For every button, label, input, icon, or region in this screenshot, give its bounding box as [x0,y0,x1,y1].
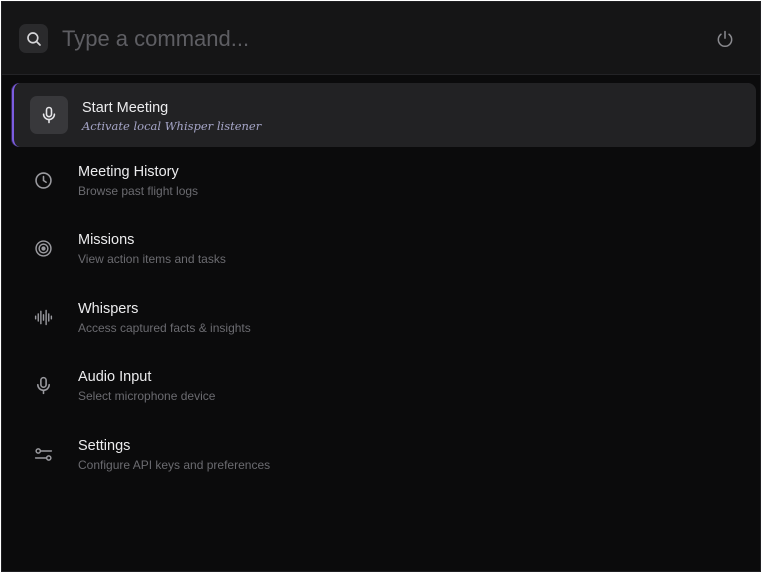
command-menu: Start Meeting Activate local Whisper lis… [2,83,760,494]
menu-item-description: Activate local Whisper listener [82,119,262,133]
menu-item-title: Whispers [78,300,139,317]
menu-item-missions[interactable]: Missions View action items and tasks [12,220,756,284]
command-palette-window: Start Meeting Activate local Whisper lis… [1,1,761,572]
menu-item-title: Missions [78,232,135,248]
sliders-icon [33,444,54,465]
target-icon [33,238,54,259]
menu-item-start-meeting[interactable]: Start Meeting Activate local Whisper lis… [12,83,756,147]
clock-icon [33,170,54,191]
menu-item-title: Audio Input [78,369,152,385]
menu-item-title: Settings [78,437,131,454]
menu-item-meeting-history[interactable]: Meeting History Browse past flight logs [12,152,756,216]
menu-item-title: Meeting History [78,163,179,180]
menu-item-title: Start Meeting [82,100,169,116]
command-bar [2,2,760,75]
search-icon[interactable] [19,24,48,53]
menu-item-settings[interactable]: Settings Configure API keys and preferen… [12,426,756,490]
waveform-icon [33,307,54,328]
command-input[interactable] [60,22,620,56]
menu-item-description: Select microphone device [78,389,216,403]
menu-item-audio-input[interactable]: Audio Input Select microphone device [12,357,756,421]
microphone-icon [33,375,54,396]
menu-item-description: Configure API keys and preferences [78,457,271,472]
menu-item-whispers[interactable]: Whispers Access captured facts & insight… [12,289,756,353]
menu-item-description: Access captured facts & insights [78,320,251,335]
microphone-icon [30,96,68,134]
menu-item-description: Browse past flight logs [78,183,199,198]
menu-item-description: View action items and tasks [78,252,226,266]
power-icon[interactable] [714,28,736,50]
